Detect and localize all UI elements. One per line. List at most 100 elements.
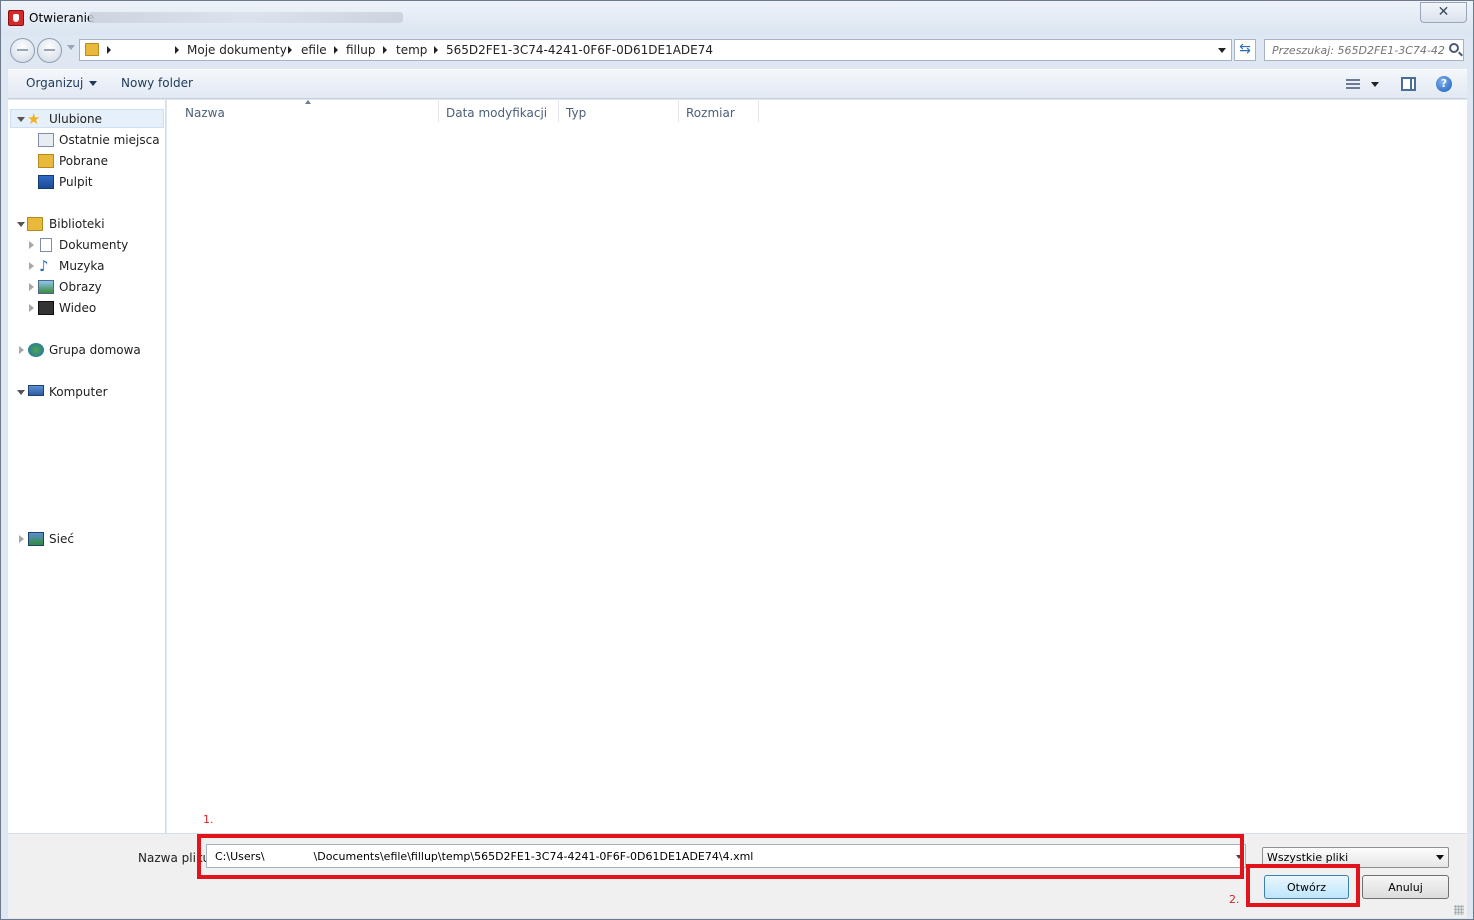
nav-item-network[interactable]: Sieć	[8, 529, 165, 549]
nav-item-label: Dokumenty	[59, 238, 129, 252]
expanded-arrow-icon[interactable]	[17, 117, 25, 122]
star-icon: ★	[27, 110, 41, 128]
nav-item-favorites[interactable]: ★ Ulubione	[8, 109, 165, 129]
nav-item-label: Pulpit	[59, 175, 93, 189]
command-toolbar: Organizuj Nowy folder ?	[8, 69, 1467, 99]
downloads-folder-icon	[38, 154, 54, 168]
breadcrumb-item[interactable]: Moje dokumenty	[187, 43, 287, 57]
chevron-down-icon	[89, 81, 98, 86]
collapsed-arrow-icon[interactable]	[19, 346, 24, 354]
forward-button[interactable]	[37, 38, 62, 63]
recent-locations-dropdown[interactable]	[67, 45, 75, 50]
column-label: Nazwa	[185, 106, 225, 120]
network-icon	[28, 532, 44, 546]
nav-item-videos[interactable]: Wideo	[8, 298, 165, 318]
nav-item-label: Ulubione	[49, 112, 103, 126]
annotation-step-2: 2.	[1229, 893, 1240, 906]
back-button[interactable]	[10, 38, 35, 63]
column-label: Rozmiar	[686, 106, 735, 120]
collapsed-arrow-icon[interactable]	[29, 304, 34, 312]
recent-places-icon	[38, 133, 54, 147]
document-icon	[40, 238, 52, 252]
nav-item-label: Biblioteki	[49, 217, 105, 231]
nav-item-label: Sieć	[49, 532, 74, 546]
nav-item-libraries[interactable]: Biblioteki	[8, 214, 165, 234]
nav-item-downloads[interactable]: Pobrane	[8, 151, 165, 171]
navigation-pane: ★ Ulubione Ostatnie miejsca Pobrane Pulp…	[8, 100, 166, 833]
nav-item-label: Ostatnie miejsca	[59, 133, 160, 147]
cancel-button[interactable]: Anuluj	[1362, 875, 1449, 899]
nav-item-label: Komputer	[49, 385, 108, 399]
open-file-dialog: Otwieranie ✕ Moje dokumenty efile fillup…	[0, 0, 1474, 920]
column-header-date[interactable]: Data modyfikacji	[439, 100, 559, 122]
breadcrumb-separator-icon[interactable]	[434, 46, 438, 54]
title-bar: Otwieranie ✕	[1, 1, 1473, 35]
breadcrumb-separator-icon[interactable]	[383, 46, 387, 54]
nav-item-pictures[interactable]: Obrazy	[8, 277, 165, 297]
homegroup-icon	[28, 343, 44, 357]
column-label: Typ	[566, 106, 587, 120]
collapsed-arrow-icon[interactable]	[29, 241, 34, 249]
close-button[interactable]: ✕	[1420, 2, 1467, 23]
nav-item-label: Wideo	[59, 301, 97, 315]
nav-item-music[interactable]: ♪ Muzyka	[8, 256, 165, 276]
libraries-icon	[27, 217, 43, 231]
music-note-icon: ♪	[39, 257, 49, 275]
pictures-icon	[38, 280, 54, 294]
breadcrumb-separator-icon[interactable]	[288, 46, 292, 54]
breadcrumb-item[interactable]: temp	[396, 43, 427, 57]
chevron-down-icon[interactable]	[1436, 855, 1444, 860]
expanded-arrow-icon[interactable]	[17, 222, 25, 227]
file-type-value: Wszystkie pliki	[1267, 851, 1349, 864]
blurred-title-path	[89, 12, 403, 23]
nav-item-label: Pobrane	[59, 154, 109, 168]
annotation-box-open-button	[1246, 864, 1360, 907]
nav-item-label: Muzyka	[59, 259, 105, 273]
refresh-button[interactable]: ⇆	[1234, 39, 1256, 61]
change-view-icon[interactable]	[1346, 79, 1360, 89]
collapsed-arrow-icon[interactable]	[29, 262, 34, 270]
nav-item-recent-places[interactable]: Ostatnie miejsca	[8, 130, 165, 150]
column-header-type[interactable]: Typ	[559, 100, 679, 122]
view-options-dropdown[interactable]	[1371, 82, 1379, 87]
collapsed-arrow-icon[interactable]	[29, 283, 34, 291]
breadcrumb-item[interactable]: 565D2FE1-3C74-4241-0F6F-0D61DE1ADE74	[446, 43, 713, 57]
new-folder-button[interactable]: Nowy folder	[121, 76, 193, 90]
nav-item-label: Obrazy	[59, 280, 102, 294]
address-bar[interactable]: Moje dokumenty efile fillup temp 565D2FE…	[79, 39, 1232, 61]
nav-item-label: Grupa domowa	[49, 343, 141, 357]
computer-icon	[28, 385, 44, 396]
annotation-box-filename	[197, 834, 1244, 879]
address-history-dropdown[interactable]	[1218, 48, 1226, 53]
search-input[interactable]	[1265, 40, 1445, 60]
film-icon	[38, 301, 54, 315]
nav-item-computer[interactable]: Komputer	[8, 382, 165, 402]
organize-button[interactable]: Organizuj	[26, 76, 98, 90]
nav-item-homegroup[interactable]: Grupa domowa	[8, 340, 165, 360]
breadcrumb-separator-icon[interactable]	[107, 46, 111, 54]
help-icon[interactable]: ?	[1436, 76, 1452, 92]
folder-icon	[85, 43, 99, 56]
nav-item-documents[interactable]: Dokumenty	[8, 235, 165, 255]
resize-grip[interactable]	[1454, 905, 1464, 915]
annotation-step-1: 1.	[203, 813, 214, 826]
breadcrumb-item[interactable]: fillup	[346, 43, 375, 57]
breadcrumb-item[interactable]: efile	[301, 43, 327, 57]
nav-item-desktop[interactable]: Pulpit	[8, 172, 165, 192]
preview-pane-icon[interactable]	[1401, 77, 1416, 91]
search-box[interactable]	[1264, 39, 1464, 61]
collapsed-arrow-icon[interactable]	[19, 535, 24, 543]
breadcrumb-separator-icon[interactable]	[175, 46, 179, 54]
desktop-icon	[38, 175, 54, 189]
window-title: Otwieranie	[29, 11, 95, 25]
search-icon[interactable]	[1449, 43, 1459, 53]
organize-label: Organizuj	[26, 76, 84, 90]
column-header-size[interactable]: Rozmiar	[679, 100, 759, 122]
expanded-arrow-icon[interactable]	[17, 390, 25, 395]
column-label: Data modyfikacji	[446, 106, 548, 120]
sort-ascending-icon	[305, 100, 311, 104]
breadcrumb-separator-icon[interactable]	[334, 46, 338, 54]
app-emblem-icon	[8, 10, 24, 26]
column-header-name[interactable]: Nazwa	[167, 100, 439, 122]
file-list[interactable]: Nazwa Data modyfikacji Typ Rozmiar	[167, 100, 1467, 833]
